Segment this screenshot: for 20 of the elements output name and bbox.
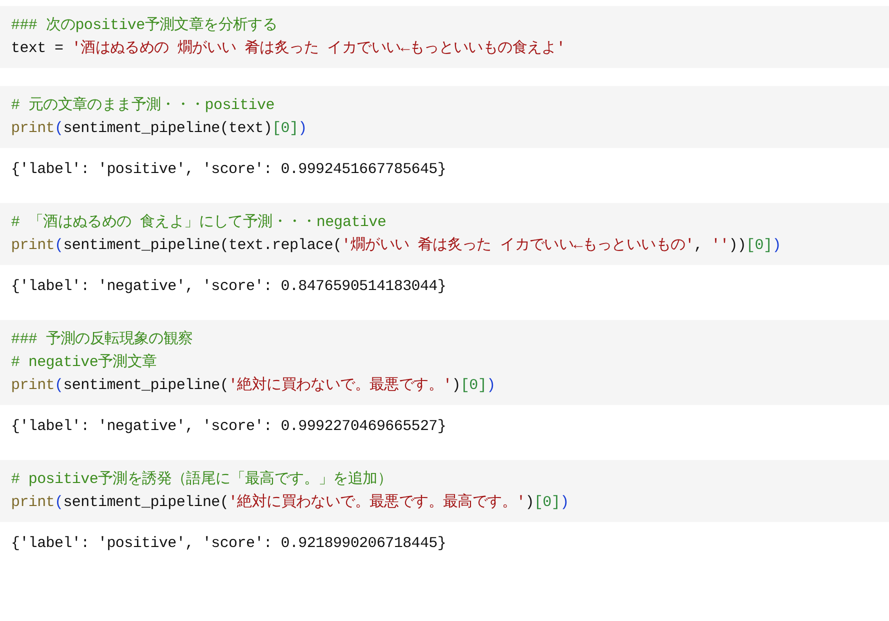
cell-output: {'label': 'negative', 'score': 0.8476590514183044}: [11, 277, 446, 297]
code-line: print(sentiment_pipeline(text)[0]): [11, 119, 307, 139]
code-cell[interactable]: # 「酒はぬるめの 食えよ」にして予測・・・negative print(sentiment_pipeline(text.replace('燗がいい 肴は炙った イカでいい←もっといいもの', ''))[0]): [0, 203, 889, 265]
code-line: # positive予測を誘発（語尾に「最高です。」を追加）: [11, 469, 392, 490]
code-line: # negative予測文章: [11, 352, 157, 373]
code-cell[interactable]: # 元の文章のまま予測・・・positive print(sentiment_pipeline(text)[0]): [0, 86, 889, 148]
code-line: print(sentiment_pipeline(text.replace('燗がいい 肴は炙った イカでいい←もっといいもの', ''))[0]): [11, 236, 781, 256]
code-cell[interactable]: # positive予測を誘発（語尾に「最高です。」を追加） print(sentiment_pipeline('絶対に買わないで。最悪です。最高です。')[0]): [0, 460, 889, 522]
code-line: print(sentiment_pipeline('絶対に買わないで。最悪です。')[0]): [11, 376, 496, 396]
code-cell[interactable]: ### 次のpositive予測文章を分析する text = '酒はぬるめの 燗がいい 肴は炙った イカでいい←もっといいもの食えよ': [0, 6, 889, 68]
cell-output: {'label': 'positive', 'score': 0.9218990206718445}: [11, 534, 446, 554]
code-line: print(sentiment_pipeline('絶対に買わないで。最悪です。最高です。')[0]): [11, 492, 569, 513]
code-line: ### 次のpositive予測文章を分析する: [11, 16, 278, 36]
code-cell[interactable]: ### 予測の反転現象の観察 # negative予測文章 print(sentiment_pipeline('絶対に買わないで。最悪です。')[0]): [0, 320, 889, 405]
code-line: # 「酒はぬるめの 食えよ」にして予測・・・negative: [11, 212, 386, 233]
code-line: ### 予測の反転現象の観察: [11, 329, 193, 350]
code-line: # 元の文章のまま予測・・・positive: [11, 96, 274, 116]
cell-output: {'label': 'negative', 'score': 0.9992270469665527}: [11, 417, 446, 437]
code-line: text = '酒はぬるめの 燗がいい 肴は炙った イカでいい←もっといいもの食えよ': [11, 38, 566, 59]
cell-output: {'label': 'positive', 'score': 0.9992451667785645}: [11, 160, 446, 180]
